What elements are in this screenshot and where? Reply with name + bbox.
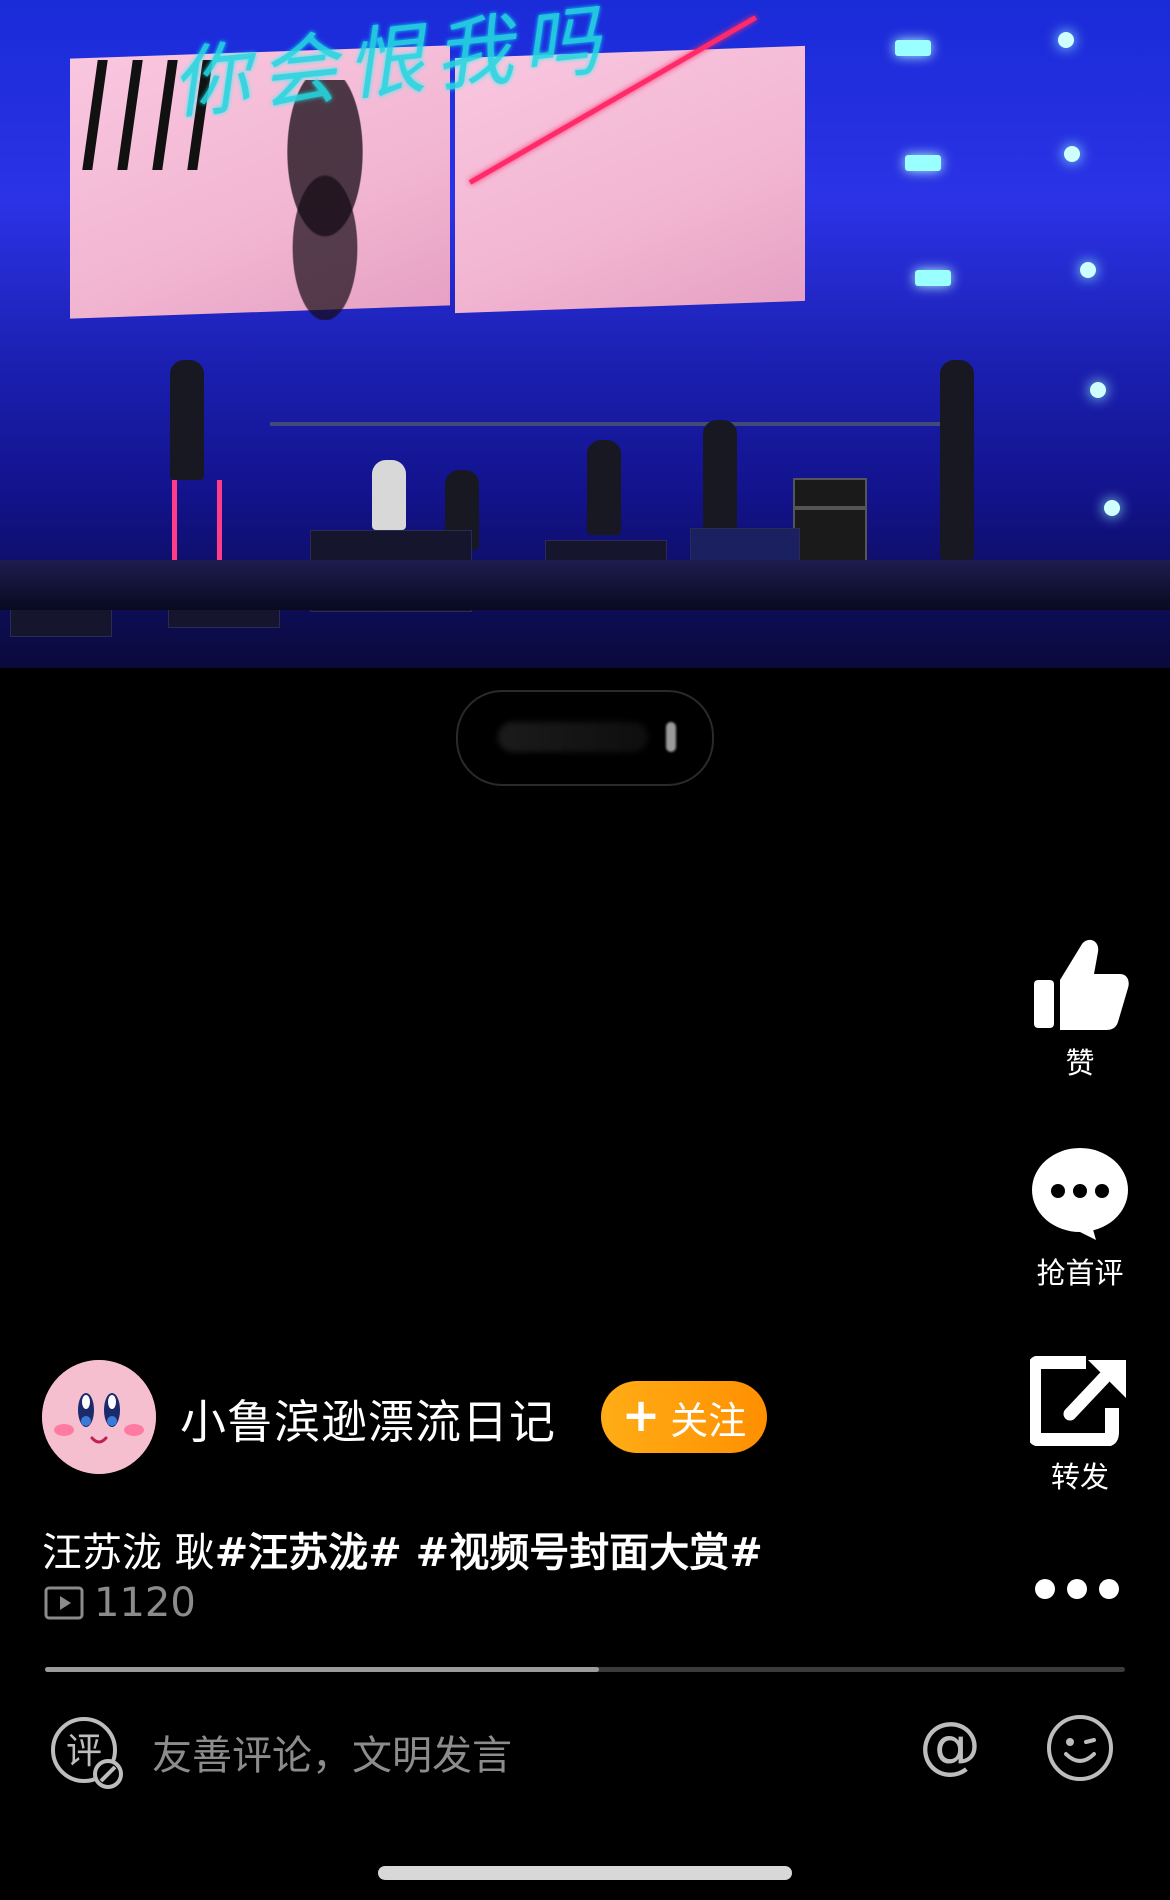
amplifier	[793, 478, 867, 508]
comment-badge-icon: 评	[51, 1717, 123, 1789]
stage-truss	[270, 422, 950, 426]
stage-floor	[0, 560, 1170, 610]
status-pill-content	[498, 722, 648, 752]
status-pill-indicator	[666, 722, 676, 752]
home-indicator[interactable]	[378, 1866, 792, 1880]
mention-button[interactable]: @	[918, 1708, 982, 1782]
stage-light	[895, 40, 931, 56]
progress-fill	[45, 1667, 600, 1672]
stage-light	[1064, 146, 1080, 162]
drummer	[372, 460, 406, 530]
plus-icon: +	[621, 1388, 661, 1442]
stage-light	[1058, 32, 1074, 48]
chat-bubble-icon	[1032, 1148, 1128, 1240]
share-button[interactable]: 转发	[1015, 1356, 1145, 1496]
video-player[interactable]: 你会恨我吗	[0, 0, 1170, 668]
video-caption: 汪苏泷 耿#汪苏泷# #视频号封面大赏#	[42, 1520, 763, 1578]
stage-light	[1104, 500, 1120, 516]
performer	[170, 360, 204, 480]
camera-operator	[940, 360, 974, 560]
share-icon	[1030, 1356, 1126, 1446]
more-dots-icon	[1035, 1579, 1119, 1599]
comment-button[interactable]: 抢首评	[1015, 1146, 1145, 1292]
follow-button[interactable]: + 关注	[601, 1381, 767, 1453]
kirby-avatar-icon	[42, 1360, 156, 1474]
at-icon: @	[919, 1708, 981, 1781]
view-count: 1120	[44, 1580, 196, 1626]
like-button[interactable]: 赞	[1015, 936, 1145, 1082]
like-label: 赞	[1065, 1046, 1095, 1080]
comment-compose-icon[interactable]: 评	[50, 1716, 126, 1796]
status-pill	[456, 690, 714, 786]
caption-text: 汪苏泷 耿	[42, 1530, 215, 1576]
emoji-button[interactable]	[1046, 1714, 1114, 1786]
stage-light	[915, 270, 951, 286]
stage-light	[1090, 382, 1106, 398]
thumbs-up-icon	[1034, 939, 1129, 1030]
stage-light	[905, 155, 941, 171]
guitarist	[703, 420, 737, 530]
view-count-value: 1120	[94, 1580, 196, 1626]
guitarist	[587, 440, 621, 535]
author-name[interactable]: 小鲁滨逊漂流日记	[180, 1386, 556, 1452]
caption-hashtags[interactable]: #汪苏泷# #视频号封面大赏#	[215, 1530, 763, 1576]
follow-label: 关注	[670, 1398, 747, 1443]
comment-input[interactable]	[152, 1728, 872, 1784]
more-button[interactable]	[1034, 1576, 1120, 1606]
play-count-icon	[44, 1586, 84, 1620]
comment-label: 抢首评	[1036, 1256, 1124, 1290]
share-label: 转发	[1050, 1460, 1109, 1494]
stage-light	[1080, 262, 1096, 278]
stool	[172, 480, 222, 570]
emoji-icon	[1047, 1715, 1113, 1781]
at-char: @	[919, 1714, 981, 1778]
avatar[interactable]	[42, 1360, 156, 1474]
